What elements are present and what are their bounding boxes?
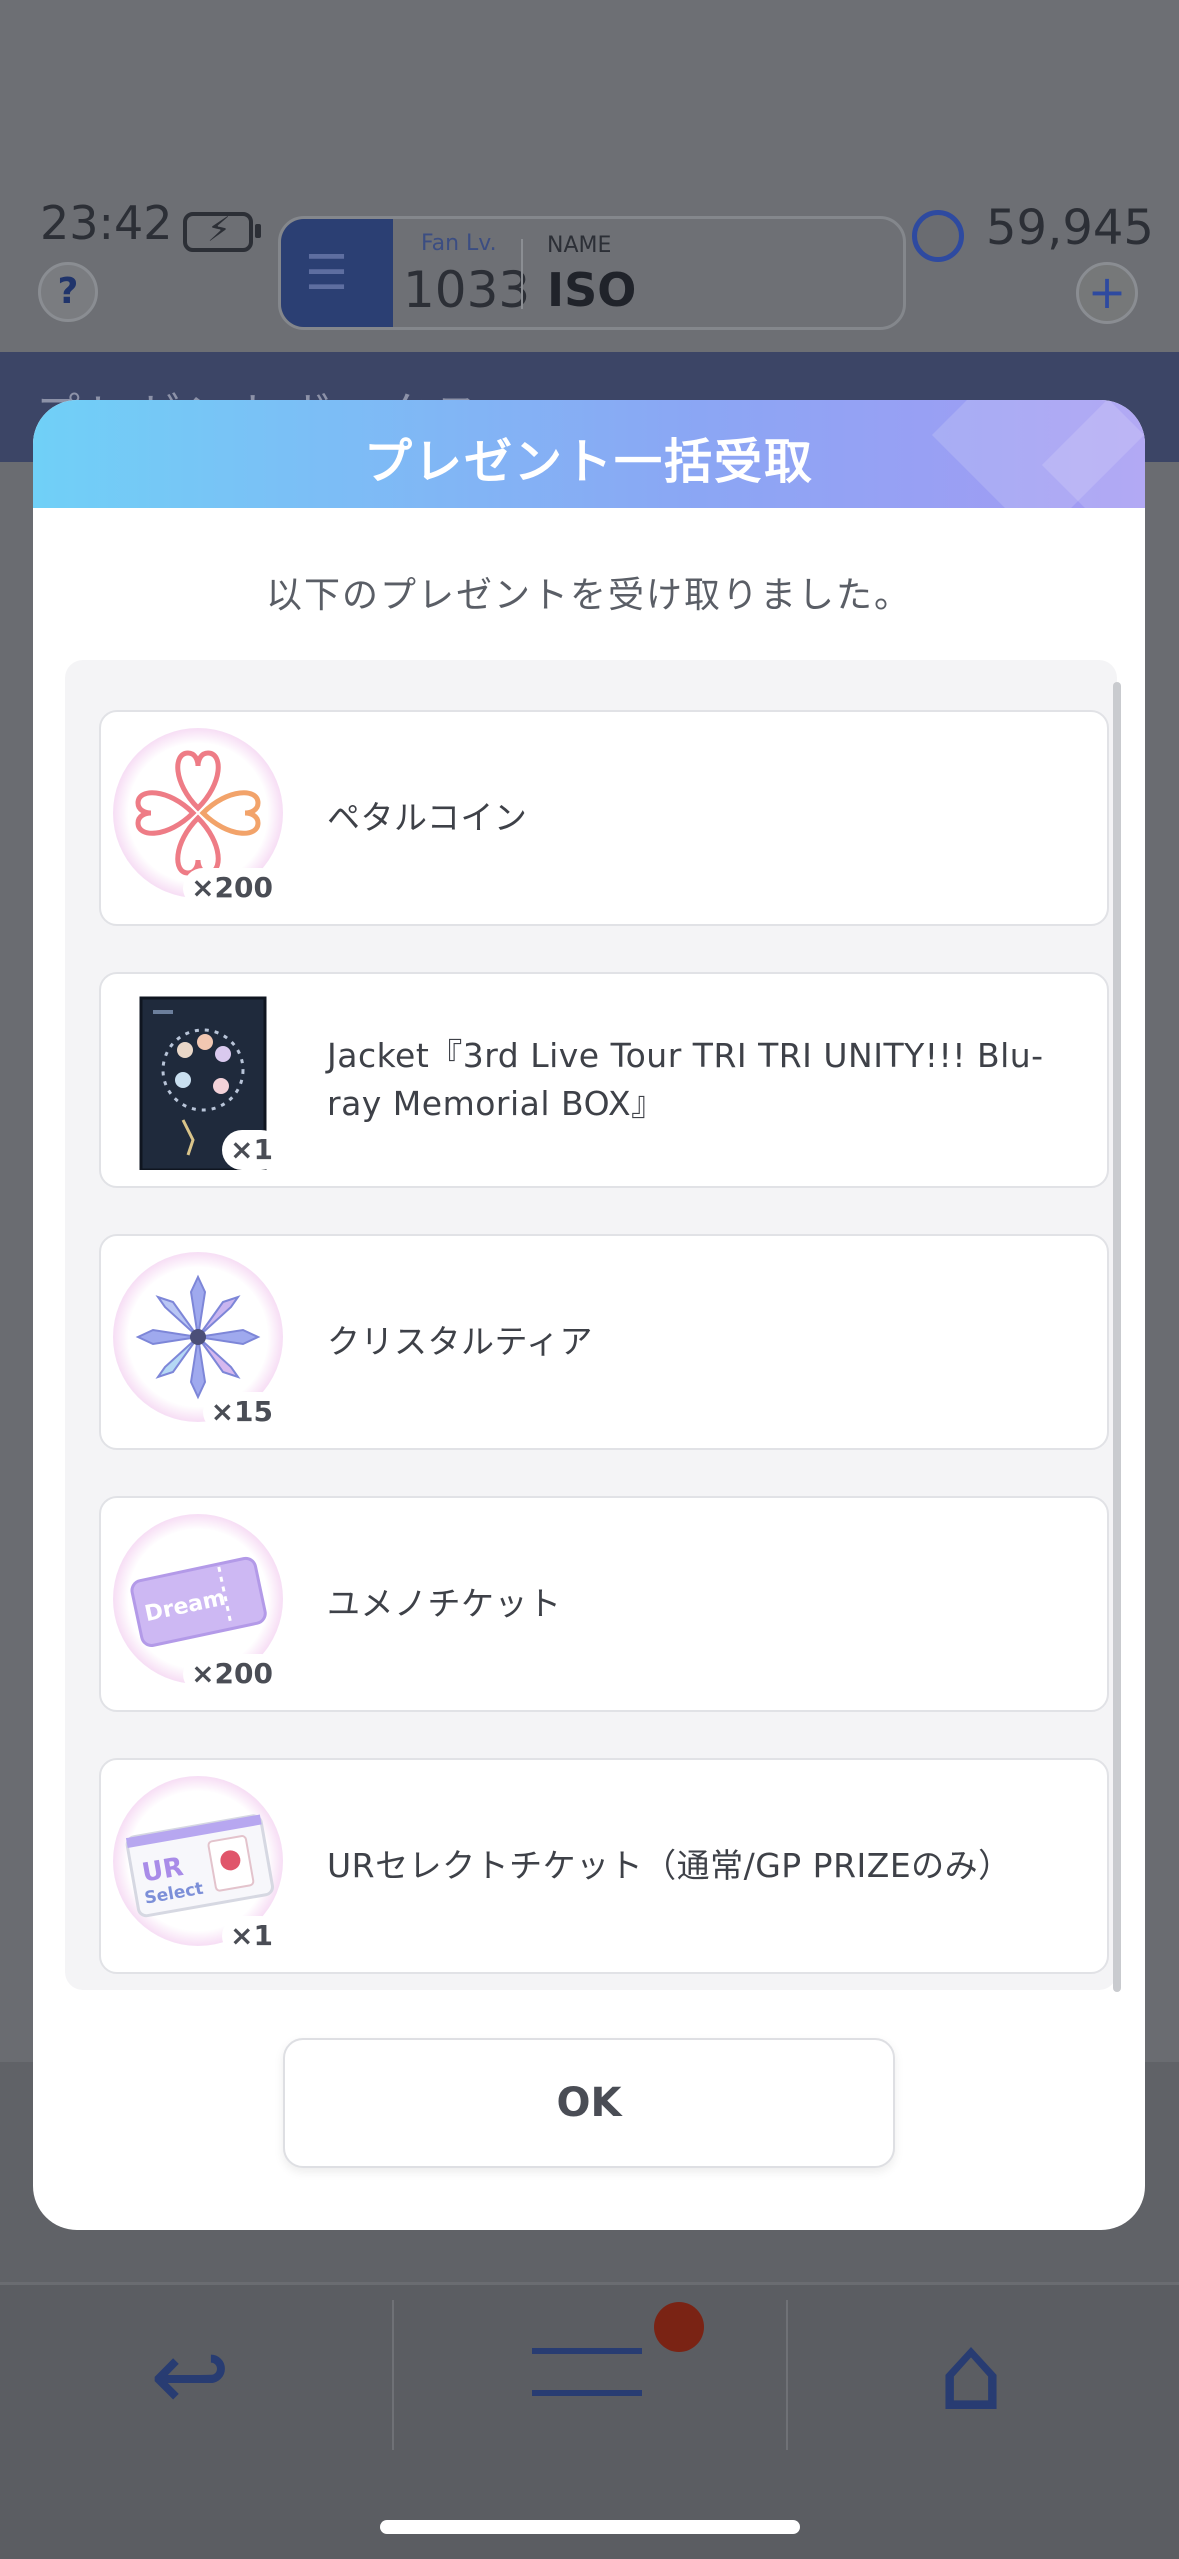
dialog-header: プレゼント一括受取 (33, 400, 1145, 508)
item-label: ユメノチケット (327, 1584, 562, 1623)
currency-value: 59,945 (986, 200, 1154, 256)
name-label: NAME (547, 233, 612, 258)
name-value: ISO (547, 263, 637, 317)
item-label: Jacket『3rd Live Tour TRI TRI UNITY!!! Bl… (327, 1036, 1044, 1123)
add-currency-button[interactable]: + (1076, 262, 1138, 324)
item-quantity: ×1 (222, 1916, 281, 1956)
item-label: クリスタルティア (327, 1322, 594, 1361)
fan-level-value: 1033 (403, 261, 531, 319)
back-icon[interactable]: ↩ (150, 2320, 230, 2432)
home-indicator[interactable] (380, 2520, 800, 2534)
dialog-subtitle: 以下のプレゼントを受け取りました。 (265, 575, 912, 616)
profile-divider (521, 239, 523, 309)
currency-icon (912, 210, 964, 262)
list-item: UR Select ×1 URセレクトチケット（通常/GP PRIZEのみ） (99, 1758, 1109, 1974)
petal-coin-icon: ×200 (113, 728, 283, 908)
list-item: ×15 クリスタルティア (99, 1234, 1109, 1450)
notification-dot (654, 2302, 704, 2352)
fan-level-label: Fan Lv. (421, 231, 497, 256)
item-label: ペタルコイン (327, 798, 528, 837)
status-time: 23:42 (40, 196, 173, 250)
nav-divider (786, 2300, 788, 2450)
menu-icon[interactable] (532, 2348, 642, 2396)
crystal-tear-icon: ×15 (113, 1252, 283, 1432)
scrollbar[interactable] (1113, 682, 1121, 1992)
battery-icon: ⚡ (183, 210, 261, 252)
profile-card[interactable]: ☰ Fan Lv. 1033 NAME ISO (278, 216, 906, 330)
profile-icon: ☰ (281, 219, 393, 327)
present-dialog: プレゼント一括受取 以下のプレゼントを受け取りました。 ×200 ペタルコイン (33, 400, 1145, 2230)
dialog-title: プレゼント一括受取 (363, 434, 814, 490)
list-item: ×200 ペタルコイン (99, 710, 1109, 926)
ur-select-ticket-icon: UR Select ×1 (113, 1776, 283, 1956)
home-icon[interactable]: ⌂ (938, 2312, 1004, 2434)
item-quantity: ×200 (183, 1654, 281, 1694)
nav-divider (392, 2300, 394, 2450)
help-icon[interactable]: ? (38, 262, 98, 322)
ok-button[interactable]: OK (283, 2038, 895, 2168)
dream-ticket-icon: Dream ×200 (113, 1514, 283, 1694)
item-quantity: ×200 (183, 868, 281, 908)
jacket-thumbnail: ×1 (113, 990, 283, 1170)
item-quantity: ×15 (202, 1392, 281, 1432)
item-label: URセレクトチケット（通常/GP PRIZEのみ） (327, 1846, 1012, 1885)
list-item: Dream ×200 ユメノチケット (99, 1496, 1109, 1712)
item-quantity: ×1 (222, 1130, 281, 1170)
list-item: ×1 Jacket『3rd Live Tour TRI TRI UNITY!!!… (99, 972, 1109, 1188)
